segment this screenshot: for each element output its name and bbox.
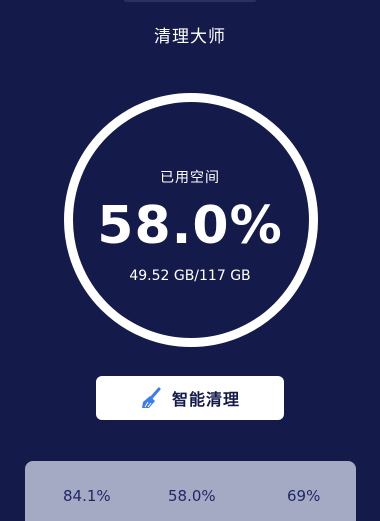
smart-clean-button[interactable]: 智能清理 (96, 376, 284, 420)
storage-used-total: 49.52 GB/117 GB (129, 268, 251, 284)
stat-value-2: 58.0% (168, 487, 216, 505)
stats-card: 84.1% 58.0% 69% (25, 461, 356, 521)
broom-icon (140, 387, 162, 409)
app-title: 清理大师 (154, 27, 226, 47)
stat-value-3: 69% (287, 487, 321, 505)
storage-label: 已用空间 (160, 170, 220, 186)
top-bar-handle (124, 0, 256, 2)
smart-clean-label: 智能清理 (171, 390, 240, 409)
stat-value-1: 84.1% (63, 487, 111, 505)
storage-percent: 58.0% (97, 196, 283, 256)
